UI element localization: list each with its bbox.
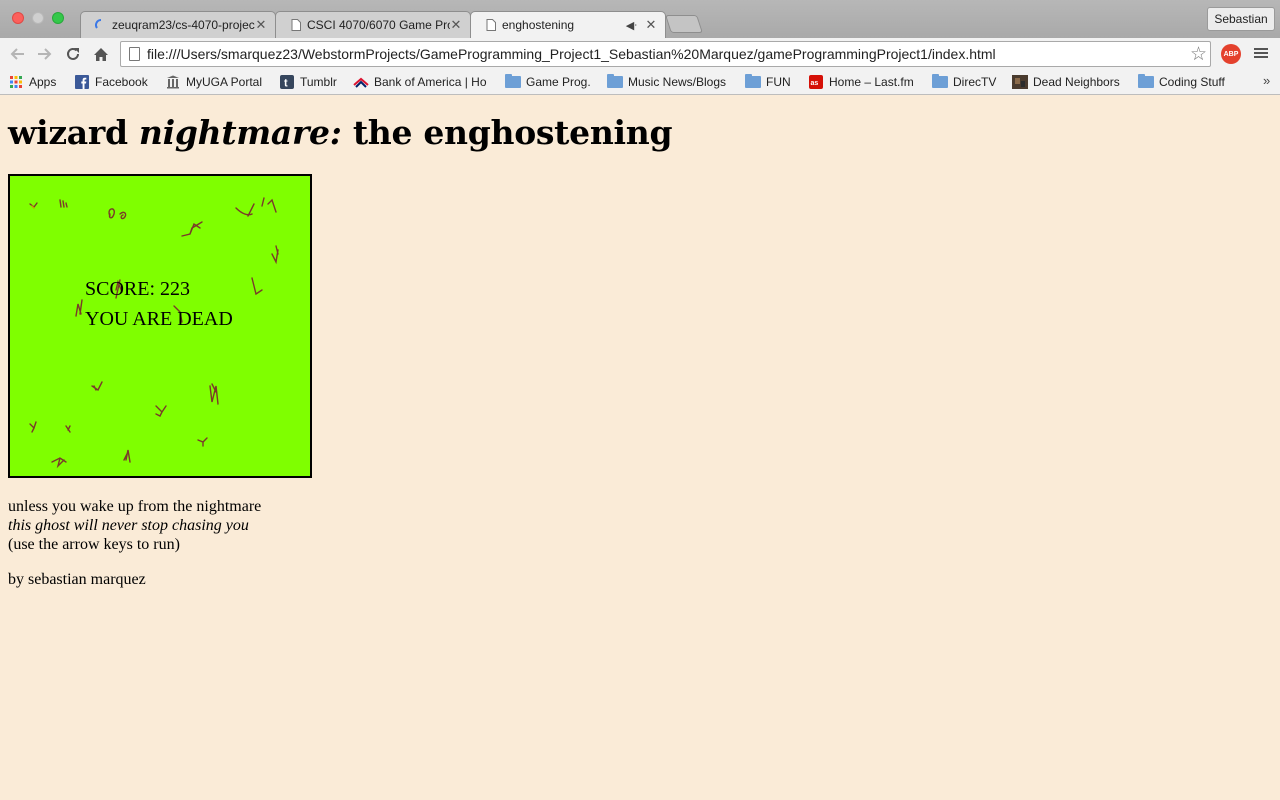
bookmark-label: Home – Last.fm	[829, 75, 914, 89]
bookmark-dead-neighbors[interactable]: Dead Neighbors	[1012, 73, 1120, 91]
ghost-sprite	[29, 421, 37, 433]
tab-strip: zeuqram23/cs-4070-projec ✕ CSCI 4070/607…	[0, 0, 1280, 38]
ghost-sprite	[123, 449, 131, 463]
bookmark-lastfm[interactable]: as Home – Last.fm	[808, 73, 914, 91]
ghost-sprite	[271, 245, 279, 265]
tab-close-icon[interactable]: ✕	[645, 17, 657, 33]
home-icon[interactable]	[90, 43, 112, 65]
tab-title: zeuqram23/cs-4070-projec	[112, 18, 255, 32]
bookmark-myuga[interactable]: MyUGA Portal	[165, 73, 262, 91]
bookmark-fun[interactable]: FUN	[745, 73, 791, 91]
bookmark-star-icon[interactable]: ☆	[1190, 43, 1207, 66]
bookmark-label: Facebook	[95, 75, 148, 89]
ghost-sprite	[108, 208, 127, 220]
page-icon	[129, 47, 140, 61]
window-maximize-button[interactable]	[52, 12, 64, 24]
reload-icon[interactable]	[62, 43, 84, 65]
ghost-sprite	[29, 202, 38, 209]
ghost-sprite	[209, 383, 219, 405]
folder-icon	[745, 74, 761, 89]
tab-enghostening[interactable]: enghostening ◀ᐧ ✕	[470, 11, 666, 38]
page-icon	[290, 19, 302, 31]
folder-icon	[1138, 74, 1154, 89]
bookmark-coding-stuff[interactable]: Coding Stuff	[1138, 73, 1225, 91]
ghost-sprite	[91, 381, 103, 392]
bookmarks-overflow-icon[interactable]: »	[1263, 73, 1270, 88]
game-canvas[interactable]: SCORE: 223 YOU ARE DEAD	[8, 174, 312, 478]
ghost-sprite	[51, 457, 67, 469]
game-over-text: YOU ARE DEAD	[85, 308, 233, 330]
svg-text:t: t	[284, 78, 288, 90]
bookmark-tumblr[interactable]: t Tumblr	[279, 73, 337, 91]
address-bar[interactable]: file:///Users/smarquez23/WebstormProject…	[120, 41, 1211, 67]
ghost-sprite	[197, 437, 208, 447]
browser-chrome: zeuqram23/cs-4070-projec ✕ CSCI 4070/607…	[0, 0, 1280, 95]
lastfm-icon: as	[808, 75, 824, 89]
bookmark-label: Game Prog.	[526, 75, 591, 89]
tab-close-icon[interactable]: ✕	[450, 17, 462, 33]
bookmark-label: Coding Stuff	[1159, 75, 1225, 89]
bookmark-label: Music News/Blogs	[628, 75, 727, 89]
author-byline: by sebastian marquez	[8, 571, 146, 588]
bookmark-label: DirecTV	[953, 75, 997, 89]
svg-text:as: as	[811, 80, 819, 87]
ghost-sprite	[65, 425, 71, 433]
ghost-sprite	[59, 199, 68, 208]
apps-grid-icon	[8, 75, 24, 89]
page-content: wizard nightmare: the enghostening SCORE…	[0, 95, 1280, 800]
back-arrow-icon[interactable]	[6, 43, 28, 65]
adblock-icon[interactable]: ABP	[1221, 44, 1241, 64]
facebook-icon	[74, 75, 90, 89]
bookmark-bank-of-america[interactable]: Bank of America | Ho	[353, 73, 487, 91]
instructions-line-1: unless you wake up from the nightmare	[8, 498, 262, 515]
profile-button[interactable]: Sebastian	[1207, 7, 1275, 31]
bookmark-label: Dead Neighbors	[1033, 75, 1120, 89]
bookmark-apps[interactable]: Apps	[8, 73, 56, 91]
bookmark-label: MyUGA Portal	[186, 75, 263, 89]
bookmark-label: Bank of America | Ho	[374, 75, 487, 89]
ghost-sprite	[251, 277, 263, 296]
tab-github[interactable]: zeuqram23/cs-4070-projec ✕	[80, 11, 276, 38]
folder-icon	[607, 74, 623, 89]
ghost-sprite	[155, 405, 167, 417]
folder-icon	[505, 74, 521, 89]
ghost-sprite	[235, 197, 277, 217]
bookmark-directv[interactable]: DirecTV	[932, 73, 996, 91]
toolbar: file:///Users/smarquez23/WebstormProject…	[0, 38, 1280, 70]
instructions-line-2: this ghost will never stop chasing you	[8, 517, 249, 534]
loading-icon	[95, 19, 107, 31]
audio-playing-icon[interactable]: ◀ᐧ	[626, 19, 637, 32]
new-tab-button[interactable]	[665, 15, 703, 33]
bookmark-label: Apps	[29, 75, 57, 89]
window-close-button[interactable]	[12, 12, 24, 24]
page-title: wizard nightmare: the enghostening	[8, 113, 673, 152]
tab-close-icon[interactable]: ✕	[255, 17, 267, 33]
forward-arrow-icon[interactable]	[34, 43, 56, 65]
tab-title: CSCI 4070/6070 Game Pro	[307, 18, 450, 32]
bank-flag-icon	[353, 75, 369, 89]
bookmarks-bar: Apps Facebook MyUGA Portal t Tumblr Bank…	[0, 70, 1280, 95]
instructions-line-3: (use the arrow keys to run)	[8, 536, 180, 553]
window-minimize-button[interactable]	[32, 12, 44, 24]
page-icon	[485, 19, 497, 31]
building-icon	[165, 75, 181, 89]
bookmark-facebook[interactable]: Facebook	[74, 73, 148, 91]
bookmark-label: FUN	[766, 75, 791, 89]
ghost-sprite	[75, 299, 83, 317]
thumbnail-icon	[1012, 75, 1028, 89]
folder-icon	[932, 74, 948, 89]
bookmark-music-news[interactable]: Music News/Blogs	[607, 73, 726, 91]
menu-icon[interactable]	[1254, 46, 1268, 62]
tumblr-icon: t	[279, 75, 295, 89]
score-text: SCORE: 223	[85, 278, 191, 300]
bookmark-label: Tumblr	[300, 75, 337, 89]
tab-title: enghostening	[502, 18, 575, 32]
ghost-sprite	[181, 221, 203, 237]
url-text[interactable]: file:///Users/smarquez23/WebstormProject…	[147, 42, 996, 66]
bookmark-game-prog[interactable]: Game Prog.	[505, 73, 591, 91]
tab-csci[interactable]: CSCI 4070/6070 Game Pro ✕	[275, 11, 471, 38]
